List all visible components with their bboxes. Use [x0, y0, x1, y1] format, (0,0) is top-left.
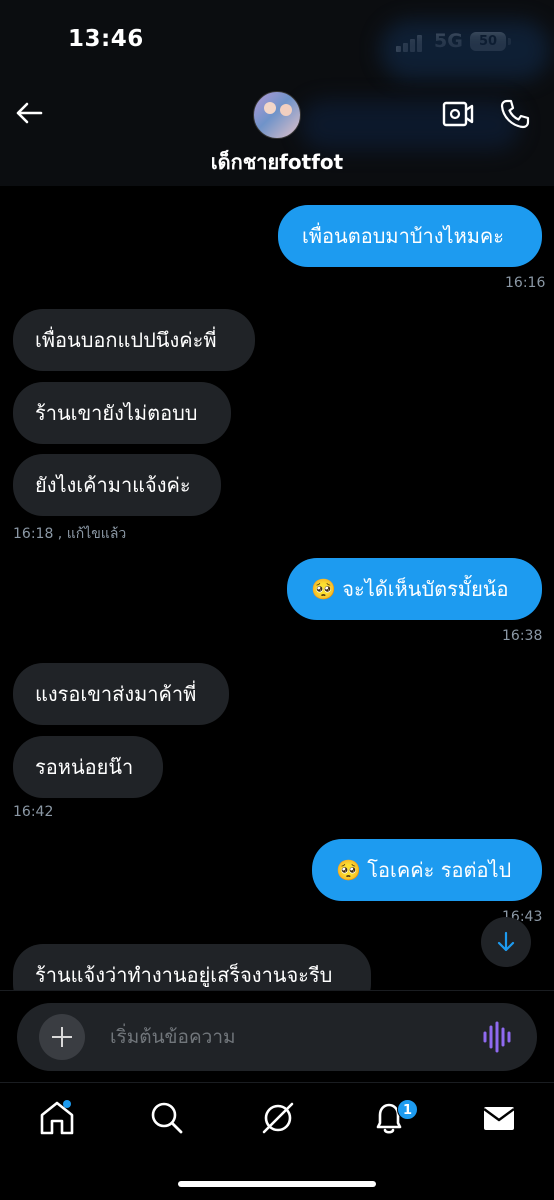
message-composer	[17, 1003, 537, 1071]
phone-icon[interactable]	[499, 98, 531, 130]
message-text: ยังไงเค้ามาแจ้งค่ะ	[35, 473, 191, 497]
message-text: ร้านแจ้งว่าทำงานอยู่เสร็จงานจะรีบ	[35, 963, 333, 987]
message-bubble-outgoing[interactable]: เพื่อนตอบมาบ้างไหมคะ	[278, 205, 542, 267]
message-text: รอหน่อยน๊า	[35, 755, 134, 779]
message-bubble-incoming[interactable]: แงรอเขาส่งมาค้าพี่	[13, 663, 229, 725]
home-icon[interactable]	[37, 1098, 77, 1138]
message-bubble-outgoing[interactable]: 🥺 โอเคค่ะ รอต่อไป	[312, 839, 542, 901]
back-arrow-icon[interactable]	[14, 98, 44, 128]
message-bubble-incoming[interactable]: เพื่อนบอกแปปนึงค่ะพี่	[13, 309, 255, 371]
search-icon[interactable]	[147, 1098, 187, 1138]
message-text: โอเคค่ะ รอต่อไป	[367, 858, 512, 882]
message-bubble-outgoing[interactable]: 🥺 จะได้เห็นบัตรมั้ยน้อ	[287, 558, 542, 620]
scroll-to-bottom-button[interactable]	[481, 917, 531, 967]
video-call-icon[interactable]	[442, 100, 474, 128]
add-attachment-button[interactable]	[39, 1014, 85, 1060]
message-timestamp: 16:16	[505, 275, 546, 291]
message-timestamp: 16:38	[502, 628, 543, 644]
avatar[interactable]	[253, 91, 301, 139]
home-indicator	[178, 1181, 376, 1187]
notification-badge: 1	[397, 1099, 418, 1120]
message-timestamp: 16:18 , แก้ไขแล้ว	[13, 526, 127, 542]
message-text: จะได้เห็นบัตรมั้ยน้อ	[342, 577, 509, 601]
message-bubble-incoming[interactable]: ยังไงเค้ามาแจ้งค่ะ	[13, 454, 221, 516]
message-text: เพื่อนตอบมาบ้างไหมคะ	[302, 224, 505, 248]
redacted-area	[300, 100, 520, 150]
redacted-area	[380, 20, 550, 80]
conversation-header: เด็กชายfotfot	[0, 20, 554, 186]
messages-icon[interactable]	[479, 1098, 519, 1138]
voice-message-icon[interactable]	[482, 1021, 512, 1053]
grok-icon[interactable]	[258, 1098, 298, 1138]
arrow-down-icon	[497, 931, 515, 952]
message-timestamp: 16:42	[13, 804, 54, 820]
message-bubble-incoming[interactable]: รอหน่อยน๊า	[13, 736, 163, 798]
message-text: ร้านเขายังไม่ตอบบ	[35, 401, 198, 425]
message-input[interactable]	[110, 1023, 460, 1051]
unread-dot	[63, 1100, 71, 1108]
contact-name[interactable]: เด็กชายfotfot	[0, 146, 554, 178]
emoji: 🥺	[336, 858, 361, 882]
message-text: เพื่อนบอกแปปนึงค่ะพี่	[35, 328, 217, 352]
message-text: แงรอเขาส่งมาค้าพี่	[35, 682, 197, 706]
message-bubble-incoming[interactable]: ร้านเขายังไม่ตอบบ	[13, 382, 231, 444]
emoji: 🥺	[311, 577, 336, 601]
status-time: 13:46	[68, 26, 144, 52]
